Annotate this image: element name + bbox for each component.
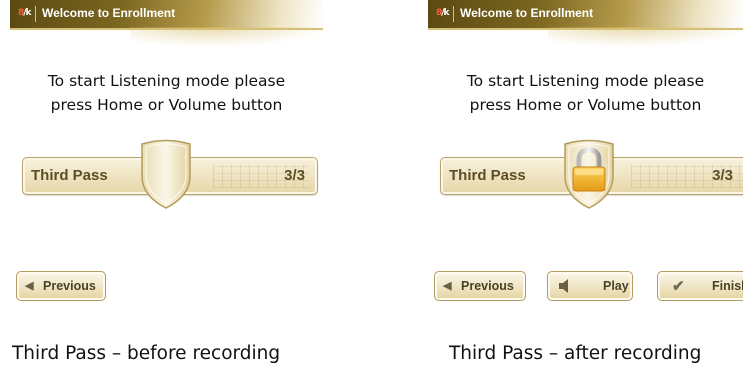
caption-after: Third Pass – after recording [449,343,702,364]
instruction-text: To start Listening mode please press Hom… [10,69,323,117]
screen-after-recording: 8/k Welcome to Enrollment To start Liste… [428,0,743,310]
pass-label: Third Pass [31,167,108,184]
finish-button[interactable]: ✔ Finish [657,271,743,301]
instruction-line-2: press Home or Volume button [469,96,702,114]
left-arrow-icon: ◀ [25,280,34,292]
finish-label: Finish [712,279,743,293]
title-bar: 8/k Welcome to Enrollment [10,0,323,30]
speaker-icon [559,279,568,293]
previous-button[interactable]: ◀ Previous [16,271,106,301]
app-icon: 8/k [18,8,32,18]
header-glint [130,27,323,47]
instruction-text: To start Listening mode please press Hom… [428,69,743,117]
title-separator [35,6,36,22]
title-separator [453,6,454,22]
instruction-line-1: To start Listening mode please [47,72,286,90]
screen-before-recording: 8/k Welcome to Enrollment To start Liste… [10,0,323,310]
pass-count: 3/3 [712,167,733,184]
pass-label: Third Pass [449,167,526,184]
app-icon: 8/k [436,8,450,18]
previous-label: Previous [461,279,514,293]
play-label: Play [603,279,629,293]
instruction-line-1: To start Listening mode please [466,72,705,90]
title-bar: 8/k Welcome to Enrollment [428,0,743,30]
header-title: Welcome to Enrollment [460,6,594,20]
previous-label: Previous [43,279,96,293]
instruction-line-2: press Home or Volume button [50,96,283,114]
caption-before: Third Pass – before recording [12,343,281,364]
header-title: Welcome to Enrollment [42,6,176,20]
shield-icon [141,139,191,209]
pass-count: 3/3 [284,167,305,184]
checkmark-icon: ✔ [672,278,685,295]
previous-button[interactable]: ◀ Previous [434,271,526,301]
header-glint [548,27,743,47]
play-button[interactable]: Play [547,271,633,301]
left-arrow-icon: ◀ [443,280,452,292]
lock-shield-icon [564,139,614,209]
